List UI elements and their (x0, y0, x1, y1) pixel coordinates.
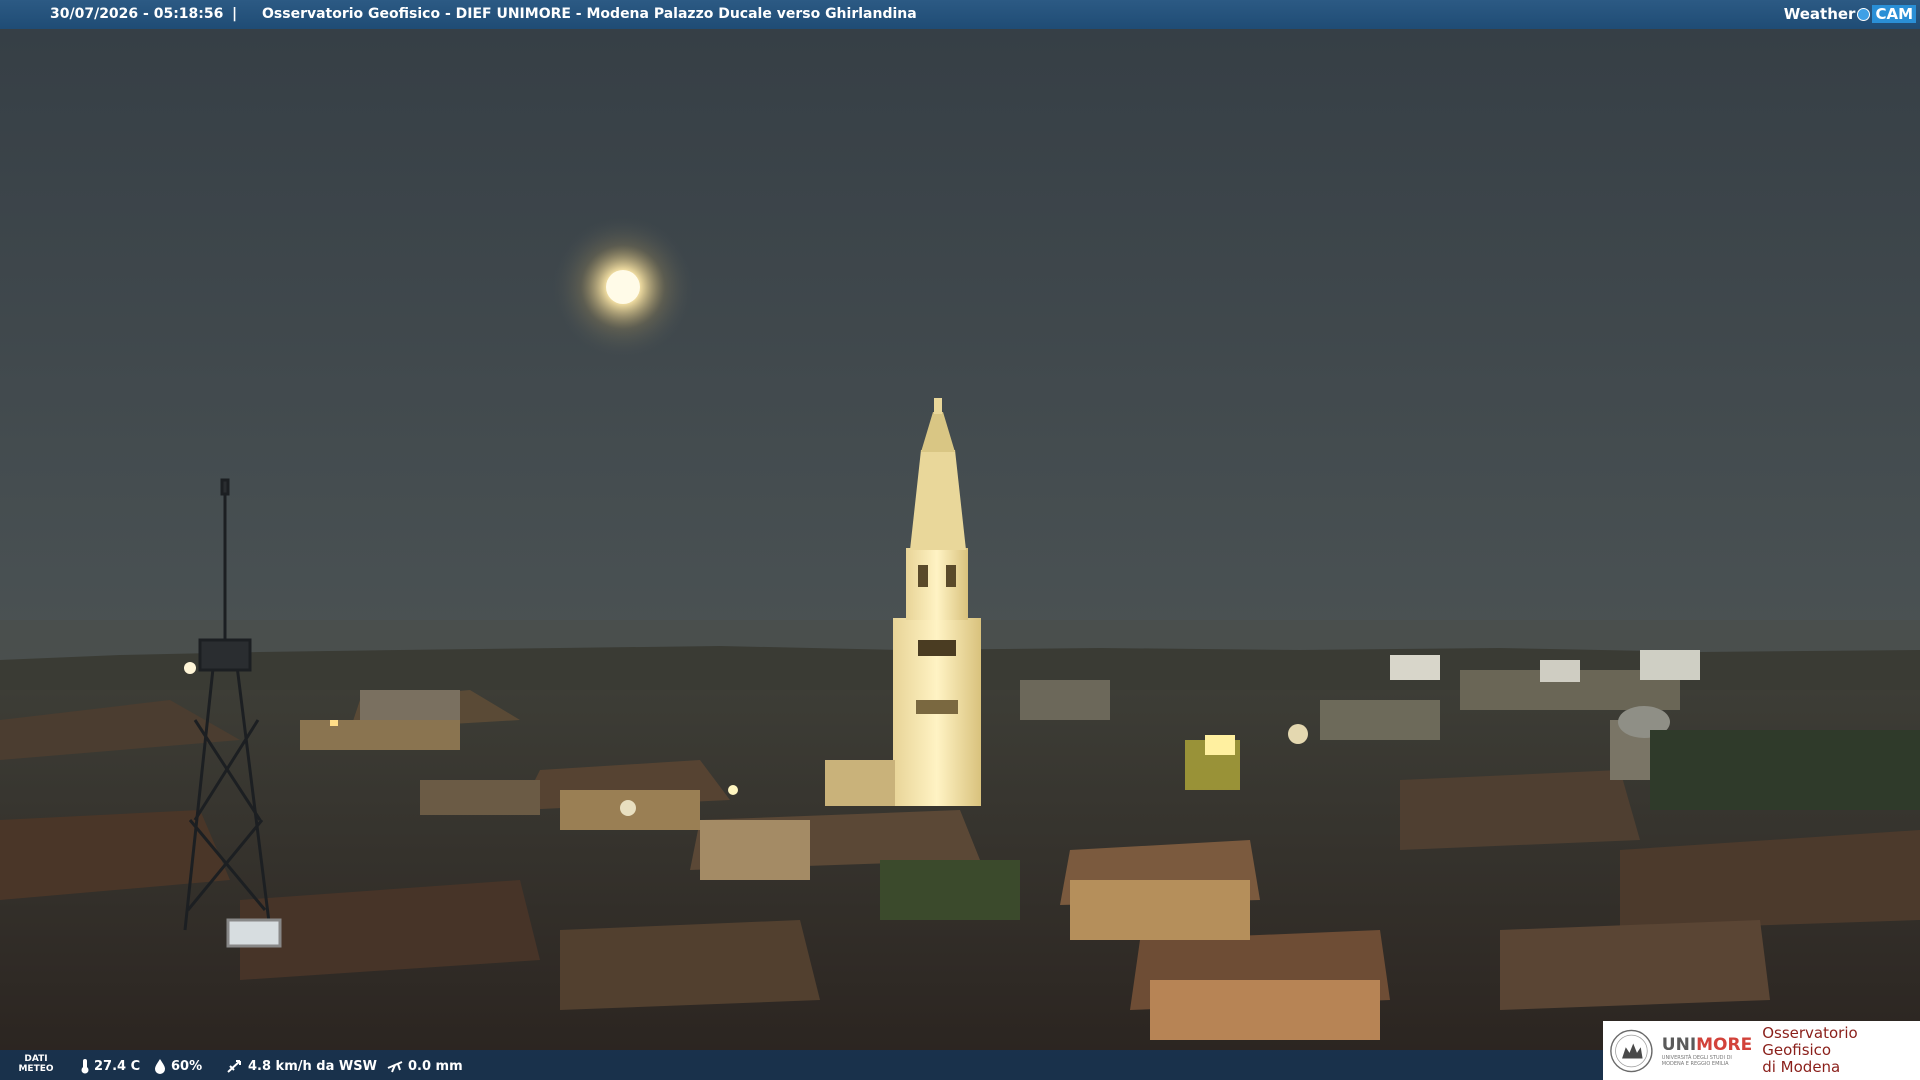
camera-title: Osservatorio Geofisico - DIEF UNIMORE - … (262, 6, 917, 22)
weather-data-label-line1: DATI (24, 1054, 48, 1064)
temperature-value: 27.4 C (94, 1058, 141, 1074)
unimore-subtitle-2: MODENA E REGGIO EMILIA (1661, 1060, 1729, 1067)
weathercam-logo: Weather CAM (1784, 3, 1916, 25)
webcam-frame: 30/07/2026 - 05:18:56 | Osservatorio Geo… (0, 0, 1920, 1080)
brand-dot-icon (1857, 7, 1871, 21)
wind-readout: 4.8 km/h da WSW (226, 1058, 377, 1074)
separator: | (232, 6, 238, 22)
unimore-observatory-logo: UNIMORE UNIVERSITÀ DEGLI STUDI DI MODENA… (1603, 1021, 1920, 1080)
weather-data-label: DATI METEO (16, 1054, 56, 1074)
observatory-line-1: Osservatorio Geofisico (1762, 1024, 1858, 1059)
wind-value: 4.8 km/h da WSW (248, 1058, 377, 1074)
unimore-name: UNIMORE (1661, 1034, 1753, 1055)
humidity-readout: 60% (153, 1058, 202, 1074)
brand-weather-text: Weather (1783, 5, 1856, 23)
rain-gauge-icon (387, 1061, 403, 1073)
humidity-value: 60% (171, 1058, 203, 1074)
observatory-name: Osservatorio Geofisico di Modena (1762, 1025, 1920, 1076)
temperature-readout: 27.4 C (80, 1058, 140, 1074)
unimore-wordmark: UNIMORE UNIVERSITÀ DEGLI STUDI DI MODENA… (1662, 1035, 1752, 1067)
rain-readout: 0.0 mm (386, 1058, 463, 1074)
humidity-drop-icon (155, 1059, 165, 1074)
university-seal-icon (1610, 1029, 1653, 1072)
rain-value: 0.0 mm (408, 1058, 463, 1074)
observatory-line-2: di Modena (1762, 1058, 1841, 1076)
brand-cam-text: CAM (1872, 5, 1916, 23)
top-info-bar: 30/07/2026 - 05:18:56 | Osservatorio Geo… (0, 0, 1920, 29)
thermometer-icon (81, 1059, 89, 1074)
city-view-photo (0, 0, 1920, 1080)
weather-data-label-line2: METEO (18, 1064, 54, 1074)
wind-icon (227, 1060, 241, 1073)
moon (553, 217, 693, 357)
datetime-label: 30/07/2026 - 05:18:56 (50, 6, 224, 22)
